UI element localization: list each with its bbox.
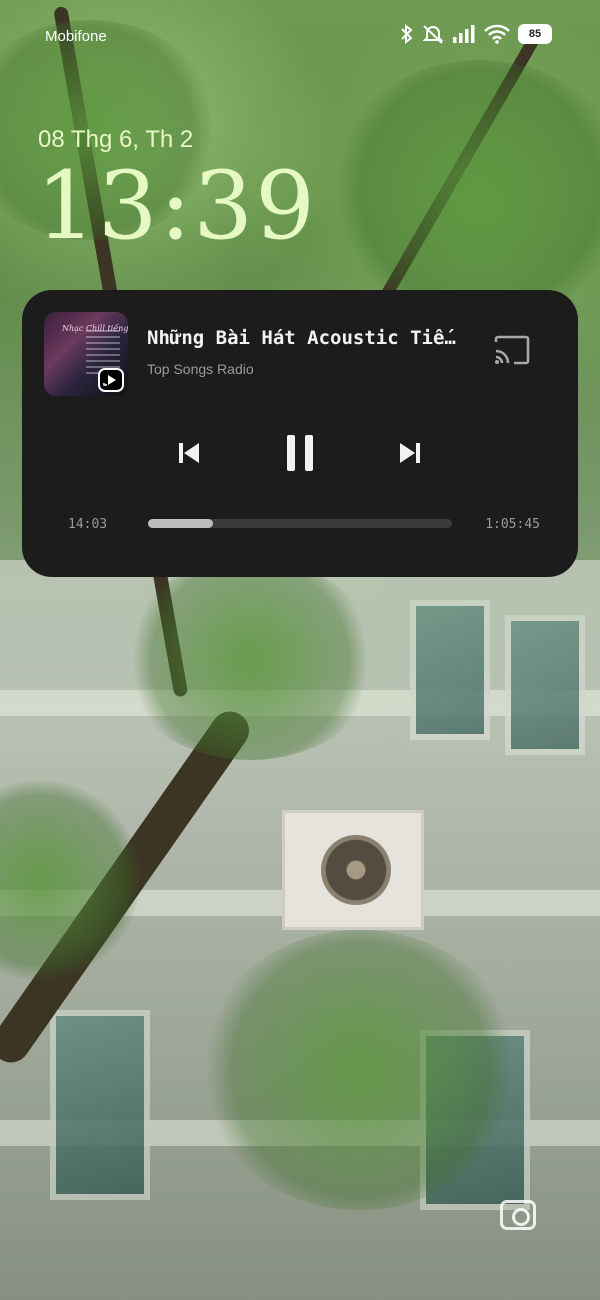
album-art[interactable]: Nhạc Chill tiếng: [44, 312, 128, 396]
status-icons: 85: [400, 24, 552, 44]
cast-button[interactable]: [492, 334, 532, 370]
progress-slider[interactable]: [148, 519, 452, 528]
progress-fill: [148, 519, 213, 528]
foliage: [330, 60, 600, 320]
skip-previous-icon: [179, 443, 199, 463]
pause-button[interactable]: [275, 428, 325, 478]
building-window: [505, 615, 585, 755]
status-bar: Mobifone 85: [0, 22, 600, 54]
bluetooth-icon: [401, 24, 413, 44]
track-title: Những Bài Hát Acoustic Tiếng Việt: [147, 327, 467, 349]
foliage: [200, 930, 520, 1210]
skip-next-icon: [400, 443, 420, 463]
lockscreen-date: 08 Thg 6, Th 2: [38, 126, 194, 153]
carrier-name: Mobifone: [45, 28, 107, 45]
building-window: [50, 1010, 150, 1200]
battery-level: 85: [528, 28, 542, 40]
battery-icon: 85: [518, 24, 552, 44]
youtube-music-icon: [98, 368, 124, 392]
track-subtitle: Top Songs Radio: [147, 361, 254, 377]
previous-button[interactable]: [164, 428, 214, 478]
air-conditioner-fan: [321, 835, 391, 905]
air-conditioner: [282, 810, 424, 930]
playback-controls: [22, 428, 578, 478]
mute-icon: [422, 25, 444, 44]
elapsed-time: 14:03: [68, 517, 108, 532]
wifi-icon: [484, 24, 510, 44]
next-button[interactable]: [385, 428, 435, 478]
cast-icon: [494, 335, 530, 365]
camera-icon[interactable]: [500, 1200, 536, 1230]
media-player-card[interactable]: Nhạc Chill tiếng Những Bài Hát Acoustic …: [22, 290, 578, 577]
pause-icon: [287, 435, 313, 471]
foliage: [120, 560, 380, 760]
building-window: [410, 600, 490, 740]
signal-icon: [453, 25, 475, 43]
lockscreen-clock: 13:39: [36, 152, 317, 261]
total-duration: 1:05:45: [485, 517, 540, 532]
